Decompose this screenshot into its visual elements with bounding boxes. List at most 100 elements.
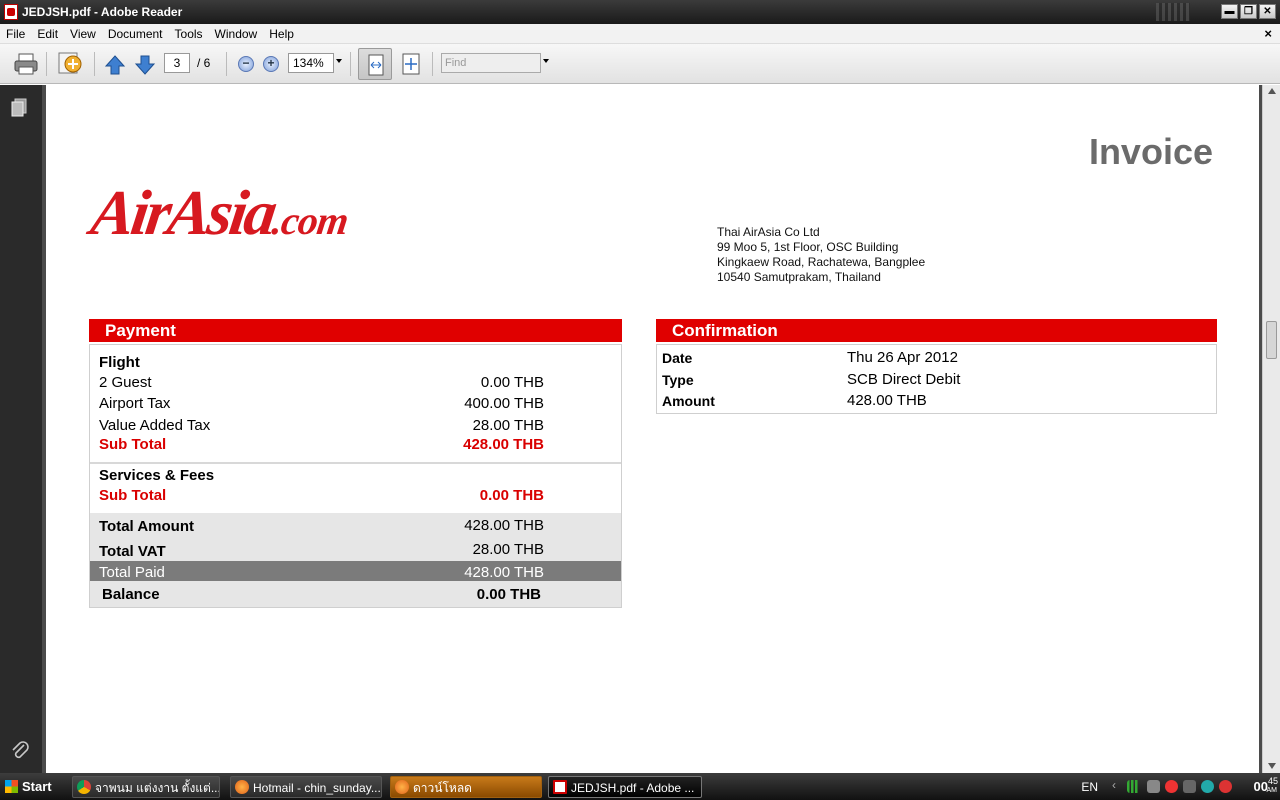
prev-page-icon[interactable] [104, 54, 126, 76]
fit-width-icon [368, 54, 384, 76]
pdf-app-icon [553, 780, 567, 794]
close-window-button[interactable]: ✕ [1259, 4, 1276, 19]
navigation-pane [0, 85, 42, 773]
pdf-app-icon [4, 4, 18, 20]
amount-value: 428.00 THB [847, 392, 927, 409]
balance-label: Balance [102, 586, 160, 603]
menu-help[interactable]: Help [263, 27, 300, 41]
services-heading: Services & Fees [99, 467, 215, 484]
menu-window[interactable]: Window [209, 27, 264, 41]
network-icon[interactable] [1183, 780, 1196, 793]
document-viewport: Invoice AirAsia.com Thai AirAsia Co Ltd … [42, 85, 1268, 773]
flight-subtotal-label: Sub Total [99, 436, 167, 453]
menu-edit[interactable]: Edit [31, 27, 64, 41]
start-label: Start [22, 779, 52, 794]
toolbar: 3 / 6 − + 134% Find [0, 44, 1280, 84]
find-dropdown-icon[interactable] [543, 59, 549, 63]
vat-value: 28.00 THB [472, 417, 544, 434]
taskbar-item-chrome[interactable]: จาพนม แต่งงาน ตั้งแต่... [72, 776, 220, 798]
titlebar-decoration [1156, 3, 1190, 21]
zoom-level-input[interactable]: 134% [288, 53, 334, 73]
scroll-down-icon[interactable] [1268, 763, 1276, 769]
confirmation-header: Confirmation [656, 319, 1217, 342]
zoom-dropdown-icon[interactable] [336, 59, 342, 63]
windows-logo-icon [5, 780, 18, 793]
pages-panel-icon[interactable] [9, 97, 29, 119]
guest-value: 0.00 THB [480, 374, 544, 391]
balance-value: 0.00 THB [476, 586, 541, 603]
scroll-up-icon[interactable] [1268, 88, 1276, 94]
vat-label: Value Added Tax [99, 417, 211, 434]
total-vat-value: 28.00 THB [472, 541, 544, 558]
fit-page-icon[interactable] [400, 52, 422, 76]
airasia-logo: AirAsia.com [87, 177, 351, 248]
menu-view[interactable]: View [64, 27, 102, 41]
total-amount-value: 428.00 THB [464, 517, 544, 534]
flight-heading: Flight [99, 354, 140, 371]
pdf-page: Invoice AirAsia.com Thai AirAsia Co Ltd … [46, 85, 1259, 773]
company-address: Thai AirAsia Co Ltd 99 Moo 5, 1st Floor,… [717, 225, 925, 285]
fit-width-button[interactable] [358, 48, 392, 80]
language-indicator[interactable]: EN [1081, 780, 1098, 794]
taskbar: Start จาพนม แต่งงาน ตั้งแต่... Hotmail -… [0, 773, 1280, 800]
close-document-icon[interactable]: × [1264, 26, 1272, 41]
airport-tax-label: Airport Tax [99, 395, 171, 412]
total-paid-label: Total Paid [99, 564, 165, 581]
address-line: 10540 Samutprakam, Thailand [717, 270, 881, 284]
date-label: Date [662, 350, 693, 366]
find-input[interactable]: Find [441, 53, 541, 73]
sync-icon[interactable] [1201, 780, 1214, 793]
clock-ampm: AM [1266, 787, 1278, 794]
page-number-input[interactable]: 3 [164, 53, 190, 73]
taskbar-item-hotmail[interactable]: Hotmail - chin_sunday... [230, 776, 382, 798]
flight-subtotal-value: 428.00 THB [463, 436, 544, 453]
printer-icon[interactable] [13, 52, 39, 76]
collaborate-icon[interactable] [56, 50, 84, 78]
title-bar: JEDJSH.pdf - Adobe Reader ▬ ❐ ✕ [0, 0, 1280, 24]
date-value: Thu 26 Apr 2012 [847, 349, 958, 366]
restore-button[interactable]: ❐ [1240, 4, 1257, 19]
invoice-title: Invoice [1088, 131, 1213, 172]
amount-label: Amount [662, 393, 715, 409]
chrome-icon [77, 780, 91, 794]
type-value: SCB Direct Debit [847, 371, 961, 388]
airport-tax-value: 400.00 THB [464, 395, 544, 412]
services-subtotal-label: Sub Total [99, 487, 167, 504]
antivirus-icon[interactable] [1165, 780, 1178, 793]
start-button[interactable]: Start [2, 776, 58, 797]
address-line: Kingkaew Road, Rachatewa, Bangplee [717, 255, 926, 269]
volume-icon[interactable] [1147, 780, 1160, 793]
zoom-in-icon[interactable]: + [263, 56, 279, 72]
attachment-icon[interactable] [9, 739, 31, 763]
menu-tools[interactable]: Tools [169, 27, 209, 41]
section-divider [90, 462, 621, 464]
menu-file[interactable]: File [0, 27, 31, 41]
zoom-out-icon[interactable]: − [238, 56, 254, 72]
menu-bar: File Edit View Document Tools Window Hel… [0, 24, 1280, 44]
minimize-button[interactable]: ▬ [1221, 4, 1238, 19]
taskbar-item-adobe-reader[interactable]: JEDJSH.pdf - Adobe ... [548, 776, 702, 798]
payment-panel: Flight 2 Guest 0.00 THB Airport Tax 400.… [89, 344, 622, 608]
vertical-scrollbar[interactable] [1262, 85, 1280, 773]
total-paid-value: 428.00 THB [464, 564, 544, 581]
type-label: Type [662, 372, 694, 388]
services-subtotal-value: 0.00 THB [479, 487, 544, 504]
page-total: / 6 [197, 56, 211, 70]
firefox-icon [395, 780, 409, 794]
menu-document[interactable]: Document [102, 27, 169, 41]
total-amount-label: Total Amount [99, 518, 194, 535]
scrollbar-thumb[interactable] [1266, 321, 1277, 359]
alert-icon[interactable] [1219, 780, 1232, 793]
address-line: 99 Moo 5, 1st Floor, OSC Building [717, 240, 899, 254]
tray-expand-icon[interactable]: ‹ [1112, 778, 1116, 792]
address-line: Thai AirAsia Co Ltd [717, 225, 820, 239]
adobe-reader-window: JEDJSH.pdf - Adobe Reader ▬ ❐ ✕ File Edi… [0, 0, 1280, 800]
confirmation-panel: Date Thu 26 Apr 2012 Type SCB Direct Deb… [656, 344, 1217, 414]
signal-strength-icon[interactable] [1127, 780, 1140, 793]
taskbar-item-downloads[interactable]: ดาวน์โหลด [390, 776, 542, 798]
payment-header: Payment [89, 319, 622, 342]
next-page-icon[interactable] [134, 54, 156, 76]
guest-label: 2 Guest [99, 374, 152, 391]
firefox-icon [235, 780, 249, 794]
total-vat-label: Total VAT [99, 543, 166, 560]
